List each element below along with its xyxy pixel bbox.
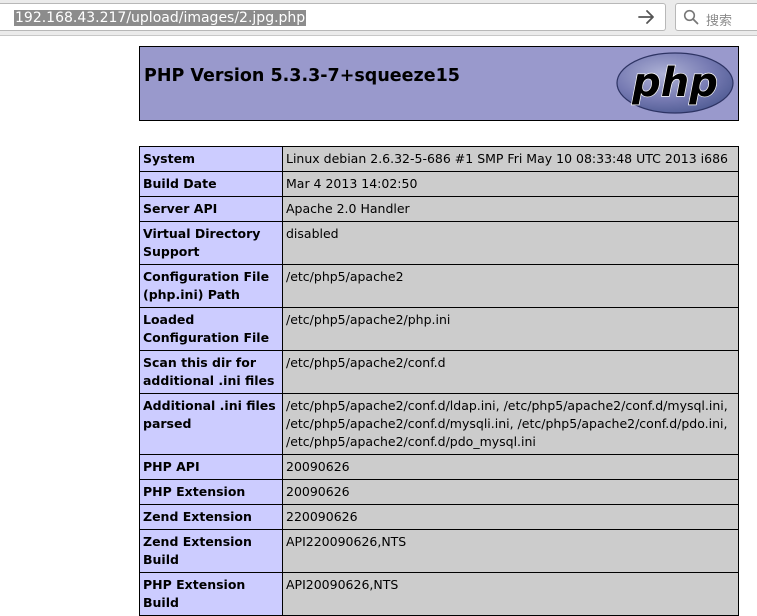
- row-label: Scan this dir for additional .ini files: [139, 350, 283, 394]
- row-value: /etc/php5/apache2/conf.d: [282, 350, 739, 394]
- search-input[interactable]: 搜索: [675, 3, 757, 31]
- row-label: System: [139, 146, 283, 172]
- row-label: Server API: [139, 196, 283, 222]
- search-icon: [683, 9, 699, 25]
- row-value: /etc/php5/apache2: [282, 264, 739, 308]
- table-row: Zend Extension 220090626: [139, 504, 739, 530]
- php-version-header: PHP Version 5.3.3-7+squeeze15 php: [139, 46, 739, 121]
- php-info-table: System Linux debian 2.6.32-5-686 #1 SMP F…: [139, 146, 739, 616]
- row-value: Linux debian 2.6.32-5-686 #1 SMP Fri May…: [282, 146, 739, 172]
- table-row: Scan this dir for additional .ini files /…: [139, 350, 739, 394]
- row-value: 20090626: [282, 454, 739, 480]
- row-label: Additional .ini files parsed: [139, 393, 283, 455]
- table-row: Virtual Directory Support disabled: [139, 221, 739, 265]
- row-value: 20090626: [282, 479, 739, 505]
- row-label: Build Date: [139, 171, 283, 197]
- arrow-right-icon: [638, 10, 654, 24]
- row-label: Loaded Configuration File: [139, 307, 283, 351]
- table-row: PHP API 20090626: [139, 454, 739, 480]
- row-value: API220090626,NTS: [282, 529, 739, 573]
- table-row: PHP Extension 20090626: [139, 479, 739, 505]
- row-label: Zend Extension Build: [139, 529, 283, 573]
- page-title: PHP Version 5.3.3-7+squeeze15: [144, 66, 460, 86]
- row-label: Configuration File (php.ini) Path: [139, 264, 283, 308]
- table-row: PHP Extension Build API20090626,NTS: [139, 572, 739, 616]
- url-text[interactable]: 192.168.43.217/upload/images/2.jpg.php: [14, 10, 307, 26]
- row-value: Apache 2.0 Handler: [282, 196, 739, 222]
- row-label: Zend Extension: [139, 504, 283, 530]
- svg-text:php: php: [631, 60, 718, 106]
- php-logo: php: [616, 52, 734, 114]
- table-row: Configuration File (php.ini) Path/etc/ph…: [139, 264, 739, 308]
- row-value: /etc/php5/apache2/conf.d/ldap.ini, /etc/…: [282, 393, 739, 455]
- row-value: API20090626,NTS: [282, 572, 739, 616]
- table-row: Server API Apache 2.0 Handler: [139, 196, 739, 222]
- search-placeholder: 搜索: [706, 14, 733, 29]
- row-value: Mar 4 2013 14:02:50: [282, 171, 739, 197]
- address-bar[interactable]: 192.168.43.217/upload/images/2.jpg.php: [0, 3, 666, 31]
- table-row: Zend Extension Build API220090626,NTS: [139, 529, 739, 573]
- row-label: PHP Extension: [139, 479, 283, 505]
- table-row: System Linux debian 2.6.32-5-686 #1 SMP F…: [139, 146, 739, 172]
- table-row: Build Date Mar 4 2013 14:02:50: [139, 171, 739, 197]
- row-label: Virtual Directory Support: [139, 221, 283, 265]
- row-label: PHP API: [139, 454, 283, 480]
- row-value: 220090626: [282, 504, 739, 530]
- row-label: PHP Extension Build: [139, 572, 283, 616]
- go-arrow-button[interactable]: [637, 7, 657, 27]
- row-value: disabled: [282, 221, 739, 265]
- browser-toolbar: 192.168.43.217/upload/images/2.jpg.php 搜…: [0, 0, 757, 36]
- table-row: Loaded Configuration File/etc/php5/apach…: [139, 307, 739, 351]
- row-value: /etc/php5/apache2/php.ini: [282, 307, 739, 351]
- table-row: Additional .ini files parsed/etc/php5/ap…: [139, 393, 739, 455]
